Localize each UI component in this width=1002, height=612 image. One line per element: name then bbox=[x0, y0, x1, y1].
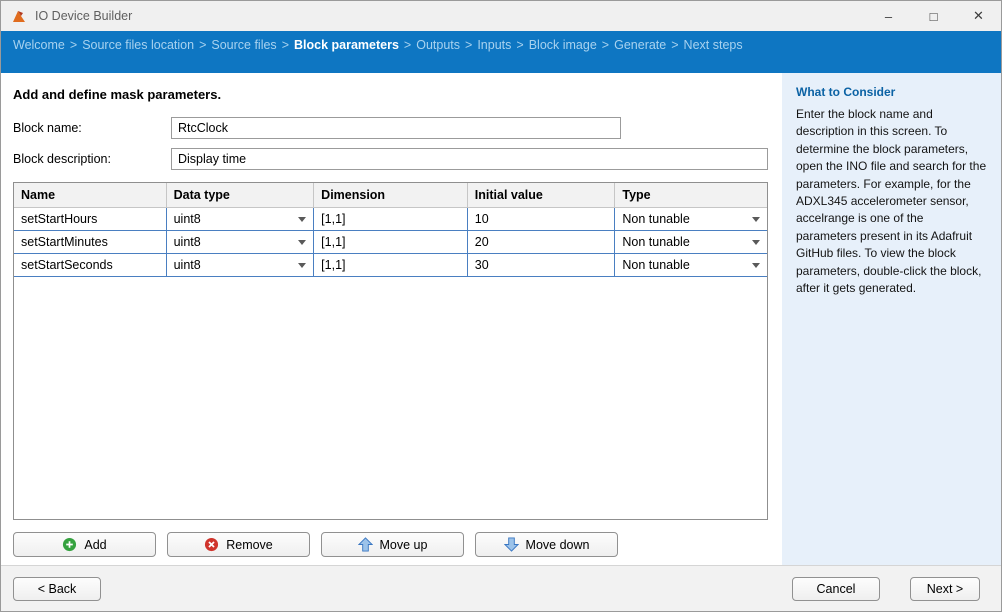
table-row: setStartMinutes uint8 [1,1] 20 Non tunab… bbox=[14, 231, 767, 254]
add-icon bbox=[62, 537, 77, 552]
breadcrumb-item-source-files[interactable]: Source files bbox=[211, 38, 276, 52]
breadcrumb-separator: > bbox=[404, 38, 411, 52]
chevron-down-icon bbox=[752, 240, 760, 245]
minimize-button[interactable]: – bbox=[866, 1, 911, 31]
data-type-dropdown[interactable]: uint8 bbox=[166, 254, 314, 277]
type-value: Non tunable bbox=[622, 212, 689, 226]
param-name-cell[interactable]: setStartHours bbox=[14, 208, 166, 231]
move-up-button[interactable]: Move up bbox=[321, 532, 464, 557]
block-name-label: Block name: bbox=[13, 121, 171, 135]
column-header-dimension: Dimension bbox=[314, 183, 468, 208]
data-type-dropdown[interactable]: uint8 bbox=[166, 231, 314, 254]
app-icon bbox=[11, 8, 27, 24]
table-row: setStartHours uint8 [1,1] 10 Non tunable bbox=[14, 208, 767, 231]
table-header-row: Name Data type Dimension Initial value T… bbox=[14, 183, 767, 208]
move-down-arrow-icon bbox=[504, 537, 519, 552]
block-description-label: Block description: bbox=[13, 152, 171, 166]
io-device-builder-window: IO Device Builder – □ ✕ Welcome > Source f… bbox=[0, 0, 1002, 612]
close-button[interactable]: ✕ bbox=[956, 1, 1001, 31]
initial-value-cell[interactable]: 10 bbox=[467, 208, 615, 231]
dimension-cell[interactable]: [1,1] bbox=[314, 254, 468, 277]
remove-button[interactable]: Remove bbox=[167, 532, 310, 557]
table-row: setStartSeconds uint8 [1,1] 30 Non tunab… bbox=[14, 254, 767, 277]
sidebar-heading: What to Consider bbox=[796, 85, 987, 99]
data-type-value: uint8 bbox=[174, 258, 201, 272]
cancel-button[interactable]: Cancel bbox=[792, 577, 880, 601]
chevron-down-icon bbox=[752, 263, 760, 268]
column-header-type: Type bbox=[615, 183, 767, 208]
sidebar-help-text: Enter the block name and description in … bbox=[796, 106, 987, 297]
column-header-data-type: Data type bbox=[166, 183, 314, 208]
chevron-down-icon bbox=[298, 240, 306, 245]
param-name-cell[interactable]: setStartMinutes bbox=[14, 231, 166, 254]
titlebar: IO Device Builder – □ ✕ bbox=[1, 1, 1001, 31]
maximize-button[interactable]: □ bbox=[911, 1, 956, 31]
table-action-buttons: Add Remove Move up Move down bbox=[13, 532, 768, 557]
breadcrumb-item-inputs[interactable]: Inputs bbox=[477, 38, 511, 52]
parameters-table: Name Data type Dimension Initial value T… bbox=[13, 182, 768, 520]
type-dropdown[interactable]: Non tunable bbox=[615, 254, 767, 277]
dimension-cell[interactable]: [1,1] bbox=[314, 231, 468, 254]
window-title: IO Device Builder bbox=[35, 9, 866, 23]
breadcrumb-separator: > bbox=[199, 38, 206, 52]
type-value: Non tunable bbox=[622, 235, 689, 249]
data-type-value: uint8 bbox=[174, 212, 201, 226]
add-button-label: Add bbox=[84, 538, 106, 552]
content-area: Add and define mask parameters. Block na… bbox=[1, 73, 1001, 565]
chevron-down-icon bbox=[298, 217, 306, 222]
chevron-down-icon bbox=[298, 263, 306, 268]
breadcrumb-separator: > bbox=[602, 38, 609, 52]
breadcrumb-item-source-files-location[interactable]: Source files location bbox=[82, 38, 194, 52]
dimension-cell[interactable]: [1,1] bbox=[314, 208, 468, 231]
breadcrumb-separator: > bbox=[70, 38, 77, 52]
data-type-value: uint8 bbox=[174, 235, 201, 249]
type-dropdown[interactable]: Non tunable bbox=[615, 231, 767, 254]
main-panel: Add and define mask parameters. Block na… bbox=[1, 73, 782, 565]
breadcrumb-item-generate[interactable]: Generate bbox=[614, 38, 666, 52]
move-up-button-label: Move up bbox=[380, 538, 428, 552]
block-name-field-row: Block name: bbox=[13, 117, 768, 139]
breadcrumb-item-block-image[interactable]: Block image bbox=[529, 38, 597, 52]
remove-button-label: Remove bbox=[226, 538, 273, 552]
breadcrumb-item-outputs[interactable]: Outputs bbox=[416, 38, 460, 52]
next-button[interactable]: Next > bbox=[910, 577, 980, 601]
breadcrumb-separator: > bbox=[516, 38, 523, 52]
breadcrumb-item-block-parameters[interactable]: Block parameters bbox=[294, 38, 399, 52]
footer-right-buttons: Cancel Next > bbox=[792, 577, 980, 601]
initial-value-cell[interactable]: 20 bbox=[467, 231, 615, 254]
window-controls: – □ ✕ bbox=[866, 1, 1001, 31]
block-description-input[interactable] bbox=[171, 148, 768, 170]
column-header-name: Name bbox=[14, 183, 166, 208]
page-title: Add and define mask parameters. bbox=[13, 87, 768, 102]
block-description-field-row: Block description: bbox=[13, 148, 768, 170]
back-button[interactable]: < Back bbox=[13, 577, 101, 601]
column-header-initial-value: Initial value bbox=[467, 183, 615, 208]
move-down-button-label: Move down bbox=[526, 538, 590, 552]
breadcrumb-separator: > bbox=[282, 38, 289, 52]
breadcrumb-separator: > bbox=[465, 38, 472, 52]
chevron-down-icon bbox=[752, 217, 760, 222]
remove-icon bbox=[204, 537, 219, 552]
breadcrumb: Welcome > Source files location > Source fil… bbox=[1, 31, 1001, 73]
initial-value-cell[interactable]: 30 bbox=[467, 254, 615, 277]
data-type-dropdown[interactable]: uint8 bbox=[166, 208, 314, 231]
move-up-arrow-icon bbox=[358, 537, 373, 552]
type-dropdown[interactable]: Non tunable bbox=[615, 208, 767, 231]
footer-bar: < Back Cancel Next > bbox=[1, 565, 1001, 611]
breadcrumb-item-next-steps[interactable]: Next steps bbox=[684, 38, 743, 52]
type-value: Non tunable bbox=[622, 258, 689, 272]
breadcrumb-separator: > bbox=[671, 38, 678, 52]
add-button[interactable]: Add bbox=[13, 532, 156, 557]
help-sidebar: What to Consider Enter the block name an… bbox=[782, 73, 1001, 565]
block-name-input[interactable] bbox=[171, 117, 621, 139]
param-name-cell[interactable]: setStartSeconds bbox=[14, 254, 166, 277]
breadcrumb-item-welcome[interactable]: Welcome bbox=[13, 38, 65, 52]
move-down-button[interactable]: Move down bbox=[475, 532, 618, 557]
